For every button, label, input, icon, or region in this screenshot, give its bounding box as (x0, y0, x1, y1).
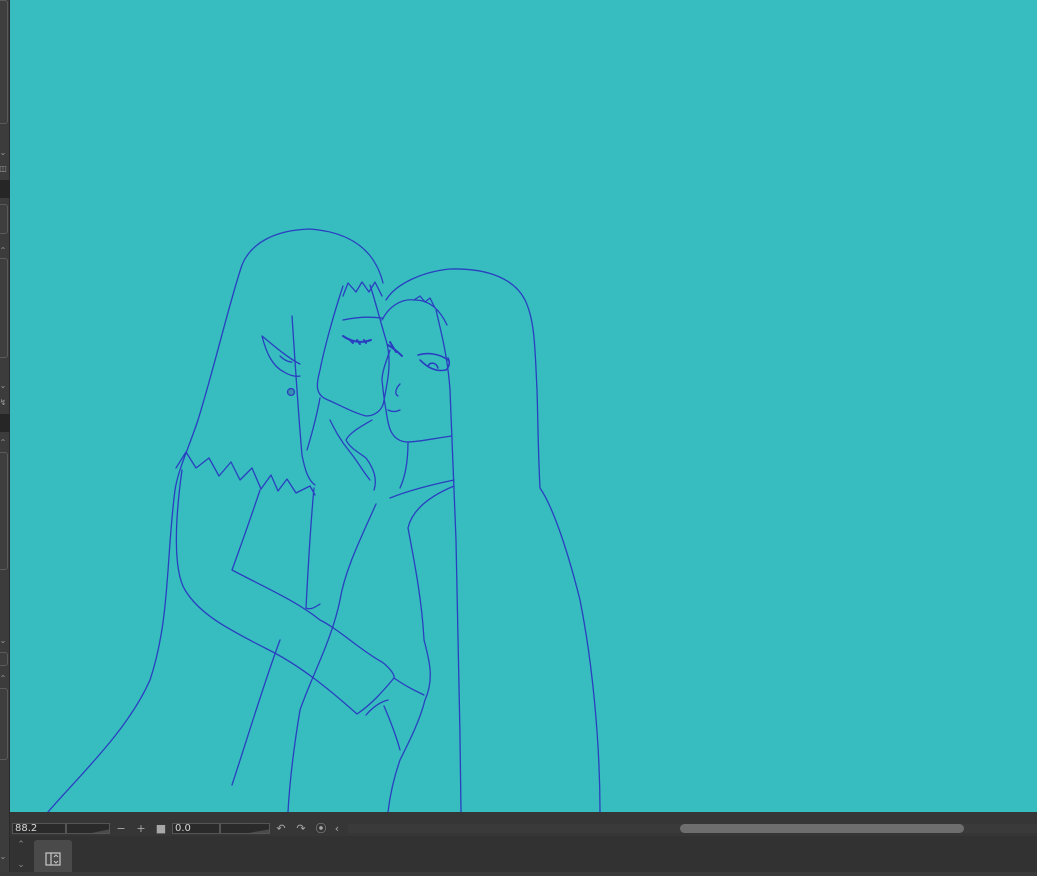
stroke-right-face (381, 349, 453, 443)
stroke-left-hair-ends (175, 451, 316, 496)
stroke-right-nose (395, 383, 401, 397)
stroke-right-eye-2 (417, 352, 451, 372)
stroke-right-neck (389, 441, 455, 499)
panel-divider (0, 414, 10, 432)
left-panel-dropdown[interactable] (0, 652, 8, 666)
left-panel-strip: ⌄ ◫ ⌃ ⌄ ↯ ⌃ ⌄ ⌃ ⌄ (0, 0, 10, 872)
stroke-right-bangs (413, 295, 436, 309)
drawing-canvas[interactable] (10, 0, 1037, 812)
canvas-status-bar: 88.2 − + ■ 0.0 ↶ ↷ ⦿ ‹ (10, 812, 1037, 836)
stroke-left-ear-inner (279, 355, 293, 363)
chevron-down-icon[interactable]: ⌄ (0, 381, 7, 390)
stroke-left-body (175, 469, 395, 715)
stroke-right-hair-inner (435, 309, 462, 812)
stroke-left-neck (306, 397, 371, 481)
zoom-input[interactable]: 88.2 (12, 823, 66, 834)
chevron-down-icon[interactable]: ⌄ (0, 636, 7, 645)
left-panel-docker-5[interactable] (0, 688, 8, 760)
chevron-up-icon[interactable]: ⌃ (0, 246, 7, 255)
slider-wedge-icon (248, 829, 269, 833)
plus-icon[interactable]: + (133, 822, 149, 835)
stroke-right-body-front (387, 485, 455, 812)
left-panel-docker-4[interactable] (0, 452, 8, 570)
panel-tab[interactable] (34, 840, 72, 872)
rotate-right-icon[interactable]: ↷ (293, 822, 309, 835)
chevron-down-icon[interactable]: ⌄ (0, 148, 7, 157)
stroke-left-face (316, 284, 390, 417)
panel-toggle-icon (45, 852, 61, 866)
left-panel-docker-2[interactable] (0, 204, 8, 234)
left-panel-docker-3[interactable] (0, 258, 8, 358)
stroke-left-hair-inner (291, 315, 316, 486)
minus-icon[interactable]: − (113, 822, 129, 835)
stroke-earring (286, 387, 296, 397)
scrollbar-thumb[interactable] (680, 824, 964, 833)
stroke-left-eye (342, 335, 372, 345)
chevron-down-icon[interactable]: ⌄ (16, 860, 26, 870)
chevron-down-icon[interactable]: ⌄ (0, 852, 7, 861)
stroke-right-hair-outer (385, 268, 601, 812)
line-art-drawing (47, 228, 601, 812)
stroke-right-eye-1 (387, 341, 403, 357)
stroke-right-mouth (387, 409, 401, 413)
slider-wedge-icon (91, 829, 109, 833)
zoom-slider[interactable] (66, 823, 110, 834)
stroke-left-bangs (342, 281, 383, 297)
chevron-left-icon[interactable]: ‹ (329, 822, 345, 835)
stroke-left-torso (305, 487, 321, 610)
stroke-left-brow (342, 316, 383, 321)
rotation-input[interactable]: 0.0 (172, 823, 220, 834)
brush-icon[interactable]: ↯ (0, 398, 7, 407)
stroke-right-body-back (287, 503, 377, 812)
reset-icon[interactable]: ⦿ (313, 822, 329, 835)
bottom-panel: ⌃ ⌄ (10, 836, 1037, 872)
chevron-up-icon[interactable]: ⌃ (0, 674, 7, 683)
chevron-up-icon[interactable]: ⌃ (0, 438, 7, 447)
stop-icon[interactable]: ■ (153, 822, 169, 835)
stroke-right-sleeve (383, 677, 425, 751)
stroke-right-hairline (381, 299, 448, 326)
trash-icon[interactable]: ◫ (0, 164, 7, 173)
rotation-slider[interactable] (220, 823, 270, 834)
horizontal-scrollbar[interactable] (348, 824, 1037, 833)
panel-divider (0, 180, 10, 198)
stroke-left-hand (345, 419, 376, 491)
stroke-left-robe (231, 639, 281, 786)
chevron-up-icon[interactable]: ⌃ (16, 840, 26, 850)
rotate-left-icon[interactable]: ↶ (273, 822, 289, 835)
left-panel-docker-1[interactable] (0, 0, 8, 124)
